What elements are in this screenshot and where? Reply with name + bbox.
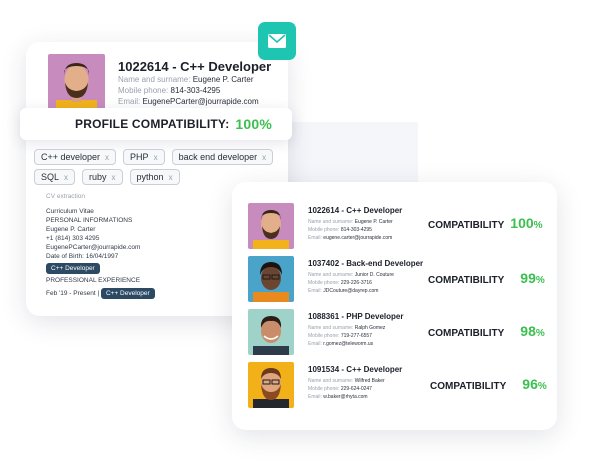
compatibility-value: 100% <box>235 116 272 132</box>
avatar <box>248 203 294 249</box>
cv-line: EugenePCarter@jourrapide.com <box>46 244 141 251</box>
remove-tag-icon[interactable]: x <box>262 153 266 162</box>
candidate-phone-line: Mobile phone: 719-277-6557 <box>308 333 372 339</box>
remove-tag-icon[interactable]: x <box>112 173 116 182</box>
candidate-title: 1022614 - C++ Developer <box>308 206 403 215</box>
cv-skill-pill: C++ Developer <box>46 263 100 274</box>
candidate-row[interactable]: 1091534 - C++ Developer Name and surname… <box>248 362 548 408</box>
avatar <box>248 256 294 302</box>
skill-tags-row-1: C++ developer x PHP x back end developer x <box>34 149 284 165</box>
candidate-name-line: Name and surname: Ralph Gomez <box>308 325 386 331</box>
profile-phone-line: Mobile phone: 814-303-4295 <box>118 86 221 95</box>
remove-tag-icon[interactable]: x <box>64 173 68 182</box>
candidate-name-line: Name and surname: Wilfred Baker <box>308 378 385 384</box>
profile-title: 1022614 - C++ Developer <box>118 59 272 74</box>
cv-tag: C++ Developer <box>46 263 100 274</box>
candidate-email-line: Email: eugene.carter@jourrapide.com <box>308 235 393 241</box>
skill-tag[interactable]: back end developer x <box>171 149 274 165</box>
candidate-row[interactable]: 1088361 - PHP Developer Name and surname… <box>248 309 548 355</box>
cv-heading: CV extraction <box>46 193 86 200</box>
candidate-name-line: Name and surname: Junior D. Couture <box>308 272 394 278</box>
candidate-compatibility: COMPATIBILITY 96% <box>430 376 547 392</box>
profile-compatibility-bar: PROFILE COMPATIBILITY: 100% <box>20 108 292 140</box>
avatar <box>248 362 294 408</box>
candidate-title: 1088361 - PHP Developer <box>308 312 404 321</box>
candidate-row[interactable]: 1037402 - Back-end Developer Name and su… <box>248 256 548 302</box>
profile-email-line: Email: EugenePCarter@jourrapide.com <box>118 97 259 106</box>
candidate-title: 1037402 - Back-end Developer <box>308 259 424 268</box>
cv-line: Curriculum Vitae <box>46 208 94 215</box>
cv-line: Date of Birth: 16/04/1997 <box>46 253 119 260</box>
skill-tag[interactable]: python x <box>129 169 180 185</box>
skill-tag[interactable]: C++ developer x <box>34 149 117 165</box>
avatar <box>48 54 105 111</box>
profile-name-line: Name and surname: Eugene P. Carter <box>118 75 254 84</box>
candidate-email-line: Email: r.gomez@teleworm.us <box>308 341 374 347</box>
candidate-phone-line: Mobile phone: 229-226-3716 <box>308 280 372 286</box>
cv-experience-line: Feb '19 - Present | C++ Developer <box>46 288 155 299</box>
remove-tag-icon[interactable]: x <box>169 173 173 182</box>
skill-tag[interactable]: ruby x <box>82 169 123 185</box>
mail-button[interactable] <box>258 22 296 60</box>
candidate-name-line: Name and surname: Eugene P. Carter <box>308 219 393 225</box>
cv-skill-pill: C++ Developer <box>100 288 155 299</box>
candidate-compatibility: COMPATIBILITY 98% <box>428 323 545 339</box>
candidate-compatibility: COMPATIBILITY 100% <box>428 215 543 231</box>
candidate-row[interactable]: 1022614 - C++ Developer Name and surname… <box>248 203 548 249</box>
envelope-icon <box>268 34 286 48</box>
remove-tag-icon[interactable]: x <box>154 153 158 162</box>
compatibility-label: PROFILE COMPATIBILITY: <box>75 117 230 131</box>
skill-tag[interactable]: PHP x <box>123 149 165 165</box>
candidate-compatibility: COMPATIBILITY 99% <box>428 270 545 286</box>
cv-line: +1 (814) 303 4295 <box>46 235 100 242</box>
remove-tag-icon[interactable]: x <box>105 153 109 162</box>
candidate-phone-line: Mobile phone: 814-303-4295 <box>308 227 372 233</box>
skill-tag[interactable]: SQL x <box>34 169 76 185</box>
cv-line: PERSONAL INFORMATIONS <box>46 217 133 224</box>
avatar <box>248 309 294 355</box>
candidate-email-line: Email: JDCouture@dayrep.com <box>308 288 379 294</box>
candidate-email-line: Email: w.baker@rhyta.com <box>308 394 368 400</box>
candidate-title: 1091534 - C++ Developer <box>308 365 403 374</box>
candidate-phone-line: Mobile phone: 229-624-0247 <box>308 386 372 392</box>
cv-line: Eugene P. Carter <box>46 226 96 233</box>
cv-line: PROFESSIONAL EXPERIENCE <box>46 277 141 284</box>
